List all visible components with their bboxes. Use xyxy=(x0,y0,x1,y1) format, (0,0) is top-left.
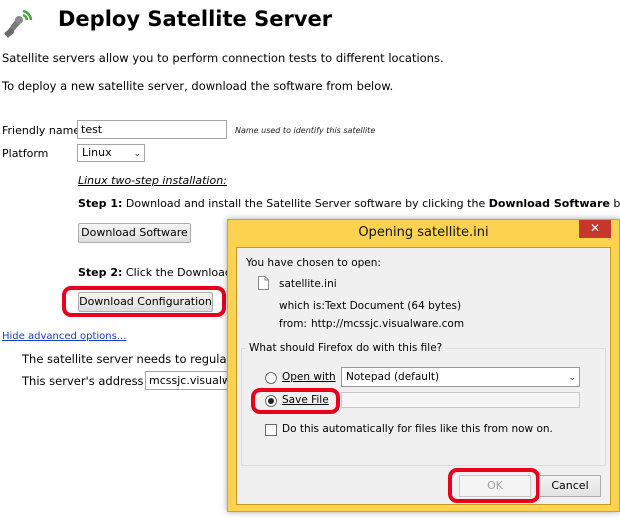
ok-button-highlight xyxy=(448,468,540,503)
intro-text-2: To deploy a new satellite server, downlo… xyxy=(2,79,394,93)
which-is-value: Text Document (64 bytes) xyxy=(325,300,462,312)
cancel-button[interactable]: Cancel xyxy=(539,475,601,497)
friendly-name-hint: Name used to identify this satellite xyxy=(235,126,376,135)
text-document-icon xyxy=(258,276,269,290)
platform-label: Platform xyxy=(2,147,49,160)
install-heading: Linux two-step installation: xyxy=(78,174,227,187)
open-with-radio[interactable] xyxy=(265,372,277,384)
action-question: What should Firefox do with this file? xyxy=(246,342,446,354)
satellite-logo-icon xyxy=(4,9,33,38)
step2-body: Click the Download C xyxy=(122,266,244,279)
dialog-title: Opening satellite.ini xyxy=(358,225,489,240)
from-value: http://mcssjc.visualware.com xyxy=(311,318,465,330)
step1-bold: Download Software xyxy=(488,197,610,210)
dialog-body: You have chosen to open: satellite.ini w… xyxy=(236,247,611,505)
close-icon[interactable]: ✕ xyxy=(579,220,611,238)
chosen-text: You have chosen to open: xyxy=(246,257,381,269)
platform-select-value: Linux xyxy=(82,146,112,159)
save-file-path-field xyxy=(341,392,580,408)
chevron-down-icon: ⌄ xyxy=(133,149,141,159)
from-label: from: xyxy=(279,318,307,330)
save-file-highlight xyxy=(251,388,340,414)
step1-prefix: Step 1: xyxy=(78,197,123,210)
server-address-input[interactable]: mcssjc.visualwa xyxy=(145,371,229,390)
open-with-app-select[interactable]: Notepad (default) ⌄ xyxy=(341,367,580,387)
hide-advanced-options-link[interactable]: Hide advanced options... xyxy=(2,331,126,342)
step2-text: Step 2: Click the Download C xyxy=(78,266,243,279)
chevron-down-icon: ⌄ xyxy=(568,373,576,383)
step2-prefix: Step 2: xyxy=(78,266,123,279)
which-is-label: which is: xyxy=(279,300,325,312)
download-configuration-highlight xyxy=(62,286,226,317)
opening-file-dialog: Opening satellite.ini ✕ You have chosen … xyxy=(227,219,620,512)
download-software-button[interactable]: Download Software xyxy=(78,223,191,243)
friendly-name-label: Friendly name xyxy=(2,124,81,137)
step1-text: Step 1: Download and install the Satelli… xyxy=(78,197,620,210)
auto-action-label: Do this automatically for files like thi… xyxy=(282,423,553,435)
auto-action-checkbox[interactable] xyxy=(265,424,277,436)
open-with-label: Open with xyxy=(282,371,336,383)
step1-body: Download and install the Satellite Serve… xyxy=(122,197,489,210)
step1-suffix: button below xyxy=(613,197,620,210)
server-address-label: This server's address xyxy=(22,374,144,388)
open-with-app-value: Notepad (default) xyxy=(346,371,440,383)
platform-select[interactable]: Linux ⌄ xyxy=(77,144,145,162)
satellite-note: The satellite server needs to regularl xyxy=(22,352,235,366)
friendly-name-input[interactable]: test xyxy=(77,120,227,139)
page-title: Deploy Satellite Server xyxy=(58,7,333,31)
intro-text-1: Satellite servers allow you to perform c… xyxy=(2,51,444,65)
file-name: satellite.ini xyxy=(279,278,337,290)
